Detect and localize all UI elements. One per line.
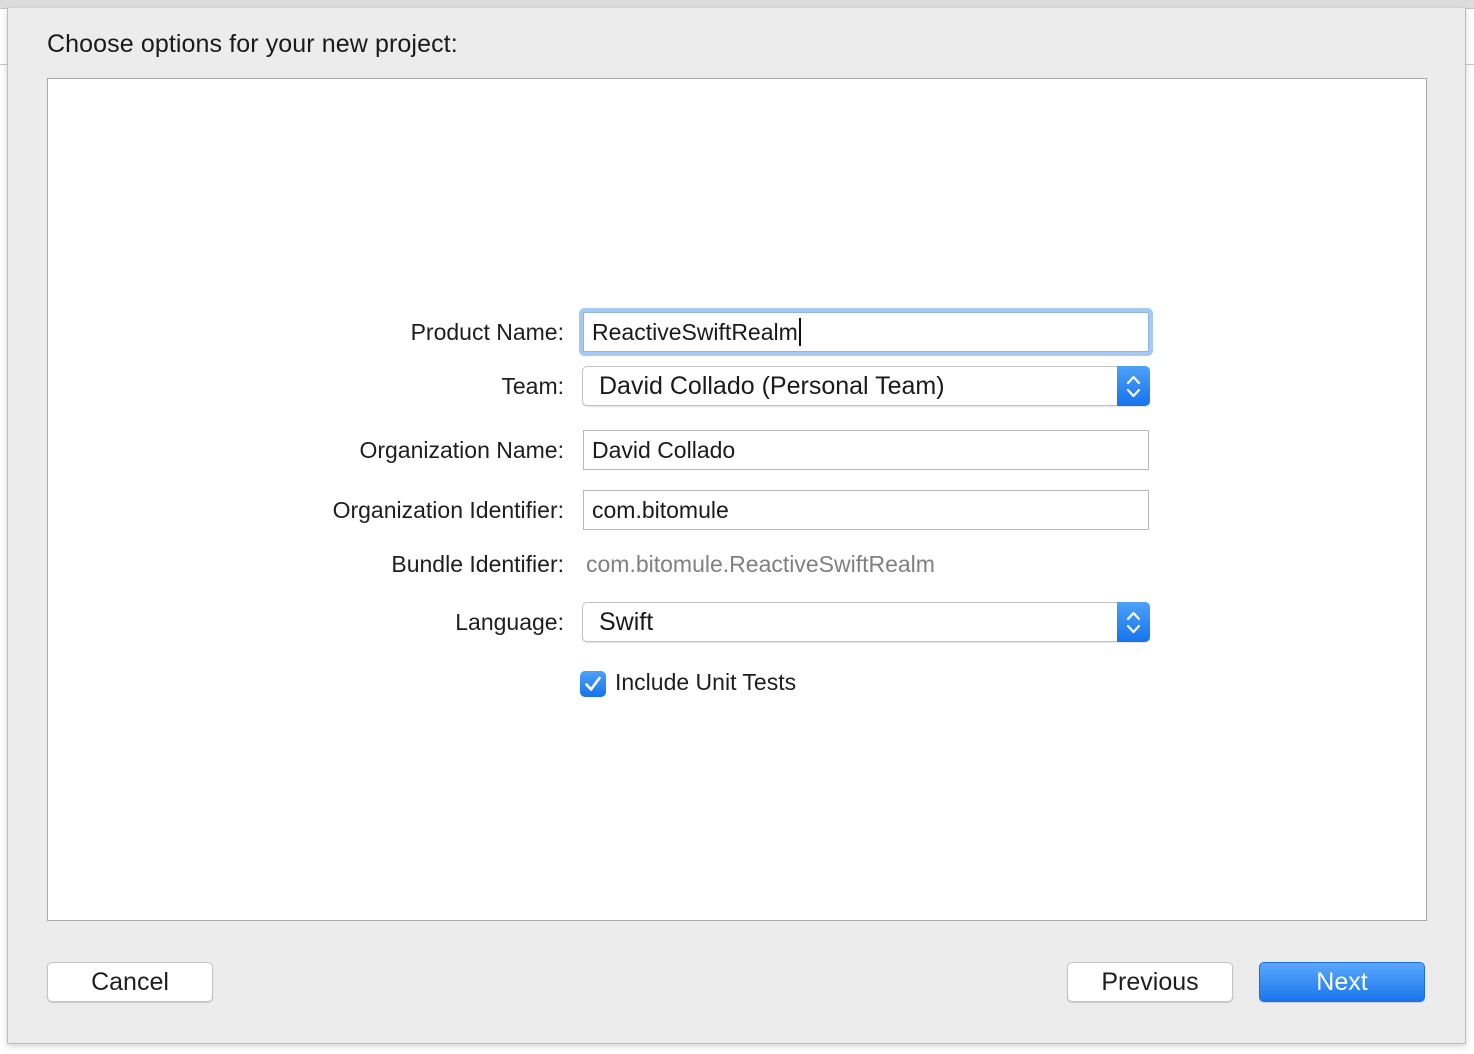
organization-name-label: Organization Name: (359, 437, 564, 463)
organization-identifier-value: com.bitomule (592, 497, 729, 523)
team-popup[interactable]: David Collado (Personal Team) (582, 366, 1150, 406)
product-name-value: ReactiveSwiftRealm (592, 319, 798, 345)
product-name-label: Product Name: (410, 319, 564, 345)
language-popup[interactable]: Swift (582, 602, 1150, 642)
bundle-identifier-label: Bundle Identifier: (391, 551, 564, 577)
next-button[interactable]: Next (1259, 962, 1425, 1002)
product-name-field[interactable]: ReactiveSwiftRealm (583, 312, 1149, 352)
language-popup-value: Swift (599, 608, 654, 636)
organization-identifier-label: Organization Identifier: (332, 497, 564, 523)
team-popup-value: David Collado (Personal Team) (599, 372, 945, 400)
cancel-button[interactable]: Cancel (47, 962, 213, 1002)
window-divider-left (0, 64, 7, 65)
up-down-chevron-icon[interactable] (1117, 602, 1150, 642)
bundle-identifier-value: com.bitomule.ReactiveSwiftRealm (586, 551, 935, 577)
up-down-chevron-icon[interactable] (1117, 366, 1150, 406)
text-caret (798, 317, 801, 346)
include-unit-tests-label[interactable]: Include Unit Tests (615, 669, 796, 696)
include-unit-tests-checkbox[interactable] (580, 671, 606, 697)
project-options-panel: Product Name: ReactiveSwiftRealm Team: D… (47, 78, 1427, 921)
checkmark-icon (585, 676, 601, 691)
organization-identifier-field[interactable]: com.bitomule (583, 490, 1149, 530)
previous-button[interactable]: Previous (1067, 962, 1233, 1002)
new-project-sheet: Choose options for your new project: Pro… (7, 8, 1466, 1044)
language-label: Language: (455, 609, 564, 635)
window-divider-right (1466, 64, 1474, 65)
team-label: Team: (501, 373, 564, 399)
organization-name-value: David Collado (592, 437, 736, 463)
sheet-title: Choose options for your new project: (47, 30, 458, 58)
organization-name-field[interactable]: David Collado (583, 430, 1149, 470)
